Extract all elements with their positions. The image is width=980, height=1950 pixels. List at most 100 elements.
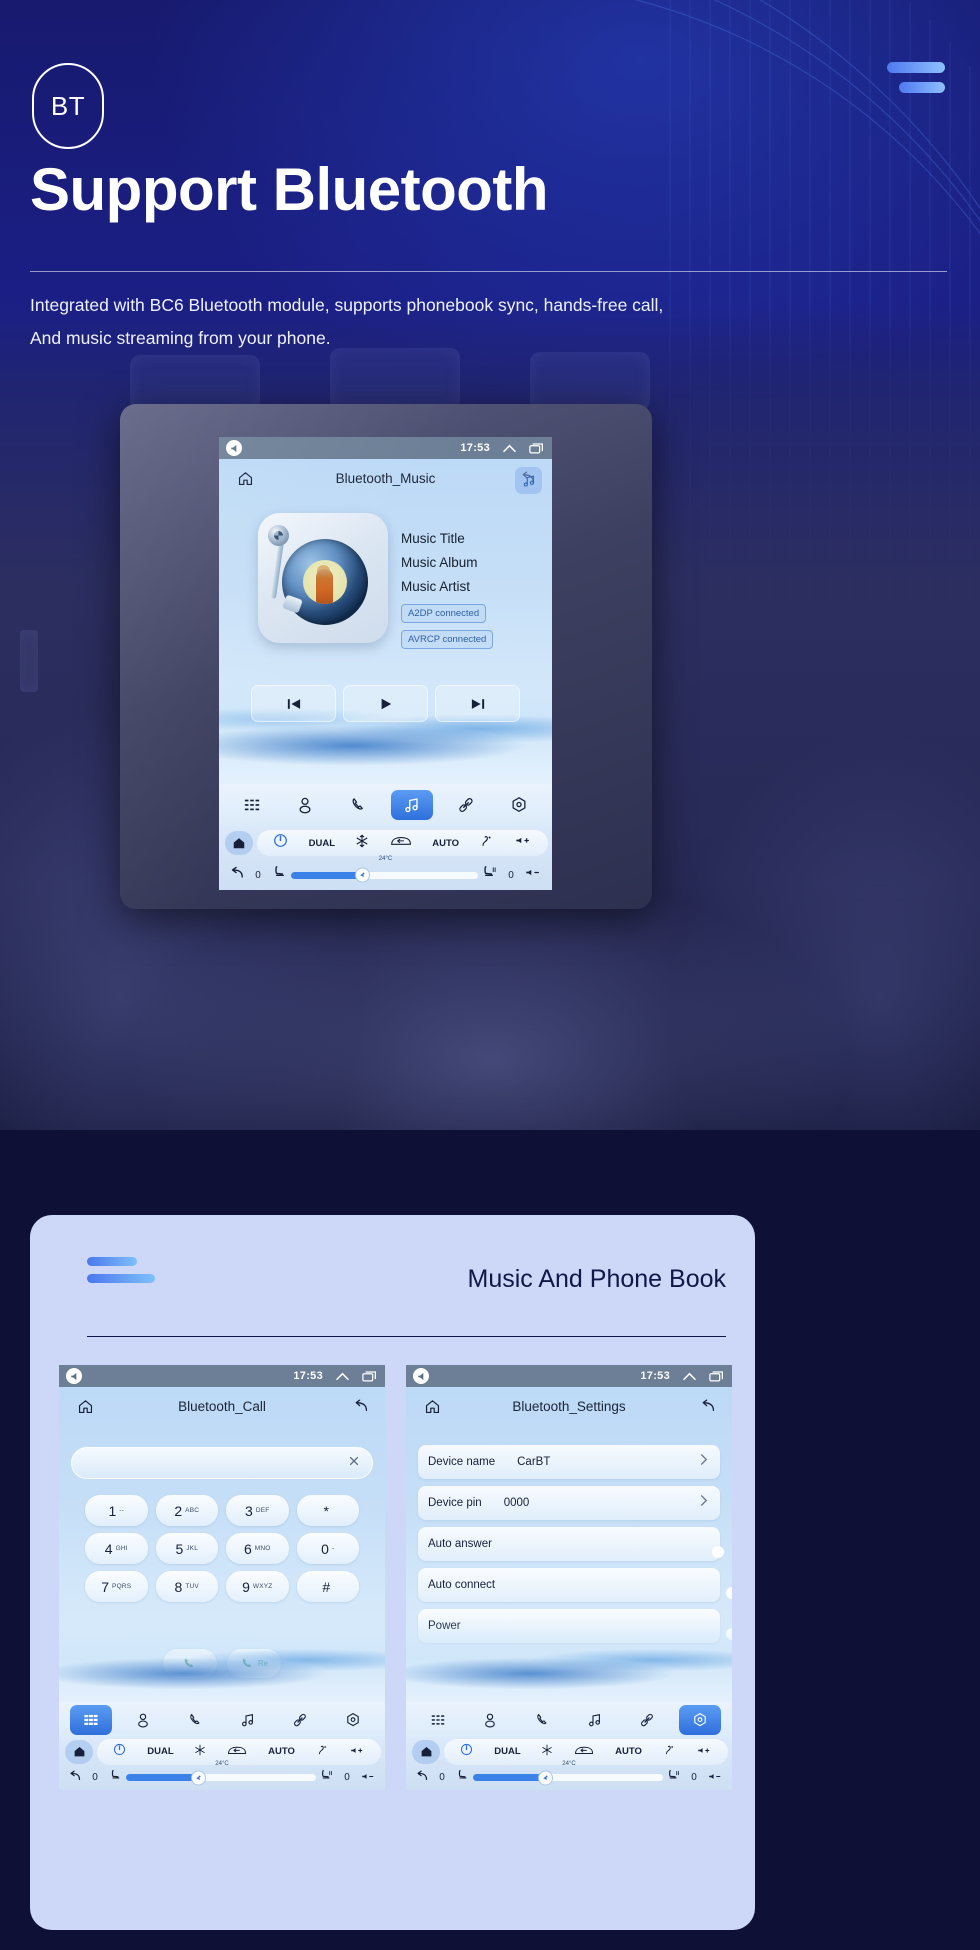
- seat-heat-right-icon[interactable]: [667, 1769, 680, 1787]
- key-7[interactable]: 7 PQRS: [85, 1571, 148, 1602]
- snowflake-icon[interactable]: [541, 1743, 553, 1761]
- chevron-up-icon[interactable]: [682, 1371, 697, 1382]
- nav-music[interactable]: [227, 1705, 269, 1735]
- nav-music[interactable]: [574, 1705, 616, 1735]
- airflow-icon[interactable]: [663, 1743, 676, 1761]
- hvac-auto-label[interactable]: AUTO: [268, 1746, 295, 1757]
- hvac-back-icon[interactable]: [68, 1769, 81, 1787]
- seat-heat-right-icon[interactable]: [320, 1769, 333, 1787]
- key-6[interactable]: 6 MNO: [226, 1533, 289, 1564]
- hvac-power-icon[interactable]: [113, 1743, 126, 1761]
- volume-up-icon[interactable]: [515, 834, 532, 852]
- back-arrow-icon[interactable]: [699, 1398, 716, 1414]
- chevron-right-icon[interactable]: [697, 1494, 710, 1512]
- chevron-up-icon[interactable]: [335, 1371, 350, 1382]
- recents-icon[interactable]: [709, 1370, 725, 1382]
- home-icon[interactable]: [237, 470, 254, 487]
- rear-defrost-icon[interactable]: [227, 1743, 247, 1761]
- hvac-home-button[interactable]: [225, 831, 253, 855]
- settings-screen[interactable]: 17:53 Bluetooth_Settings Device name Car…: [406, 1365, 732, 1790]
- volume-down-icon[interactable]: [708, 1769, 723, 1787]
- key-hash[interactable]: #: [296, 1571, 359, 1602]
- snowflake-icon[interactable]: [194, 1743, 206, 1761]
- next-track-button[interactable]: [435, 685, 520, 722]
- key-star[interactable]: *: [296, 1495, 359, 1526]
- airflow-icon[interactable]: [479, 834, 494, 853]
- nav-contacts[interactable]: [284, 790, 326, 820]
- nav-phone[interactable]: [175, 1705, 217, 1735]
- nav-keypad[interactable]: [70, 1705, 113, 1735]
- key-9[interactable]: 9 WXYZ: [226, 1571, 289, 1602]
- hvac-power-icon[interactable]: [273, 833, 288, 853]
- seat-heat-left-icon[interactable]: [272, 865, 287, 885]
- volume-up-icon[interactable]: [350, 1743, 365, 1761]
- seat-heat-left-icon[interactable]: [109, 1769, 122, 1787]
- call-screen[interactable]: 17:53 Bluetooth_Call 1 -- 2 ABC 3 DEF * …: [59, 1365, 385, 1790]
- fan-speed-slider[interactable]: [473, 1770, 663, 1785]
- fan-icon[interactable]: [537, 1770, 553, 1785]
- home-icon[interactable]: [77, 1398, 94, 1415]
- previous-track-button[interactable]: [251, 685, 336, 722]
- setting-auto-answer[interactable]: Auto answer: [418, 1527, 724, 1561]
- home-icon[interactable]: [424, 1398, 441, 1415]
- fan-icon[interactable]: [354, 867, 370, 883]
- volume-down-icon[interactable]: [525, 866, 542, 884]
- nav-phone[interactable]: [338, 790, 380, 820]
- hvac-home-button[interactable]: [412, 1739, 440, 1764]
- key-2[interactable]: 2 ABC: [155, 1495, 218, 1526]
- volume-back-icon[interactable]: [66, 1368, 82, 1384]
- recents-icon[interactable]: [529, 442, 545, 454]
- setting-auto-connect[interactable]: Auto connect: [418, 1568, 732, 1602]
- rear-defrost-icon[interactable]: [390, 834, 412, 852]
- nav-keypad[interactable]: [231, 790, 273, 820]
- volume-down-icon[interactable]: [361, 1769, 376, 1787]
- hvac-auto-label[interactable]: AUTO: [432, 838, 459, 849]
- chevron-right-icon[interactable]: [697, 1453, 710, 1471]
- volume-back-icon[interactable]: [226, 440, 242, 456]
- recents-icon[interactable]: [362, 1370, 378, 1382]
- fan-speed-slider[interactable]: [126, 1770, 316, 1785]
- hvac-back-icon[interactable]: [229, 866, 244, 885]
- seat-heat-right-icon[interactable]: [482, 865, 497, 885]
- hvac-dual-label[interactable]: DUAL: [147, 1746, 173, 1757]
- hvac-back-icon[interactable]: [415, 1769, 428, 1787]
- setting-device-name[interactable]: Device name CarBT: [418, 1445, 720, 1479]
- airflow-icon[interactable]: [316, 1743, 329, 1761]
- chevron-up-icon[interactable]: [502, 443, 517, 454]
- dial-input[interactable]: [71, 1447, 373, 1479]
- nav-link[interactable]: [626, 1705, 668, 1735]
- setting-device-pin[interactable]: Device pin 0000: [418, 1486, 720, 1520]
- key-5[interactable]: 5 JKL: [155, 1533, 218, 1564]
- hvac-dual-label[interactable]: DUAL: [494, 1746, 520, 1757]
- play-button[interactable]: [343, 685, 428, 722]
- clear-x-icon[interactable]: [348, 1454, 360, 1472]
- nav-settings[interactable]: [498, 790, 540, 820]
- nav-keypad[interactable]: [417, 1705, 459, 1735]
- nav-settings[interactable]: [678, 1705, 721, 1735]
- key-8[interactable]: 8 TUV: [155, 1571, 218, 1602]
- nav-link[interactable]: [279, 1705, 321, 1735]
- nav-phone[interactable]: [522, 1705, 564, 1735]
- nav-settings[interactable]: [332, 1705, 374, 1735]
- fan-speed-slider[interactable]: [291, 867, 478, 883]
- seat-heat-left-icon[interactable]: [456, 1769, 469, 1787]
- key-3[interactable]: 3 DEF: [226, 1495, 289, 1526]
- hvac-dual-label[interactable]: DUAL: [309, 838, 335, 849]
- volume-back-icon[interactable]: [413, 1368, 429, 1384]
- nav-contacts[interactable]: [122, 1705, 164, 1735]
- volume-up-icon[interactable]: [697, 1743, 712, 1761]
- music-note-badge[interactable]: [515, 467, 542, 494]
- rear-defrost-icon[interactable]: [574, 1743, 594, 1761]
- hamburger-menu-icon[interactable]: [887, 62, 945, 102]
- hvac-power-icon[interactable]: [460, 1743, 473, 1761]
- key-0[interactable]: 0-: [296, 1533, 359, 1564]
- nav-link[interactable]: [445, 790, 487, 820]
- back-arrow-icon[interactable]: [352, 1398, 369, 1414]
- key-1[interactable]: 1 --: [85, 1495, 148, 1526]
- music-screen[interactable]: 17:53 Bluetooth_Music Music Title Music …: [219, 437, 552, 890]
- snowflake-icon[interactable]: [355, 834, 369, 853]
- fan-icon[interactable]: [190, 1770, 206, 1785]
- nav-music[interactable]: [391, 790, 434, 820]
- key-4[interactable]: 4 GHI: [85, 1533, 148, 1564]
- hvac-home-button[interactable]: [65, 1739, 93, 1764]
